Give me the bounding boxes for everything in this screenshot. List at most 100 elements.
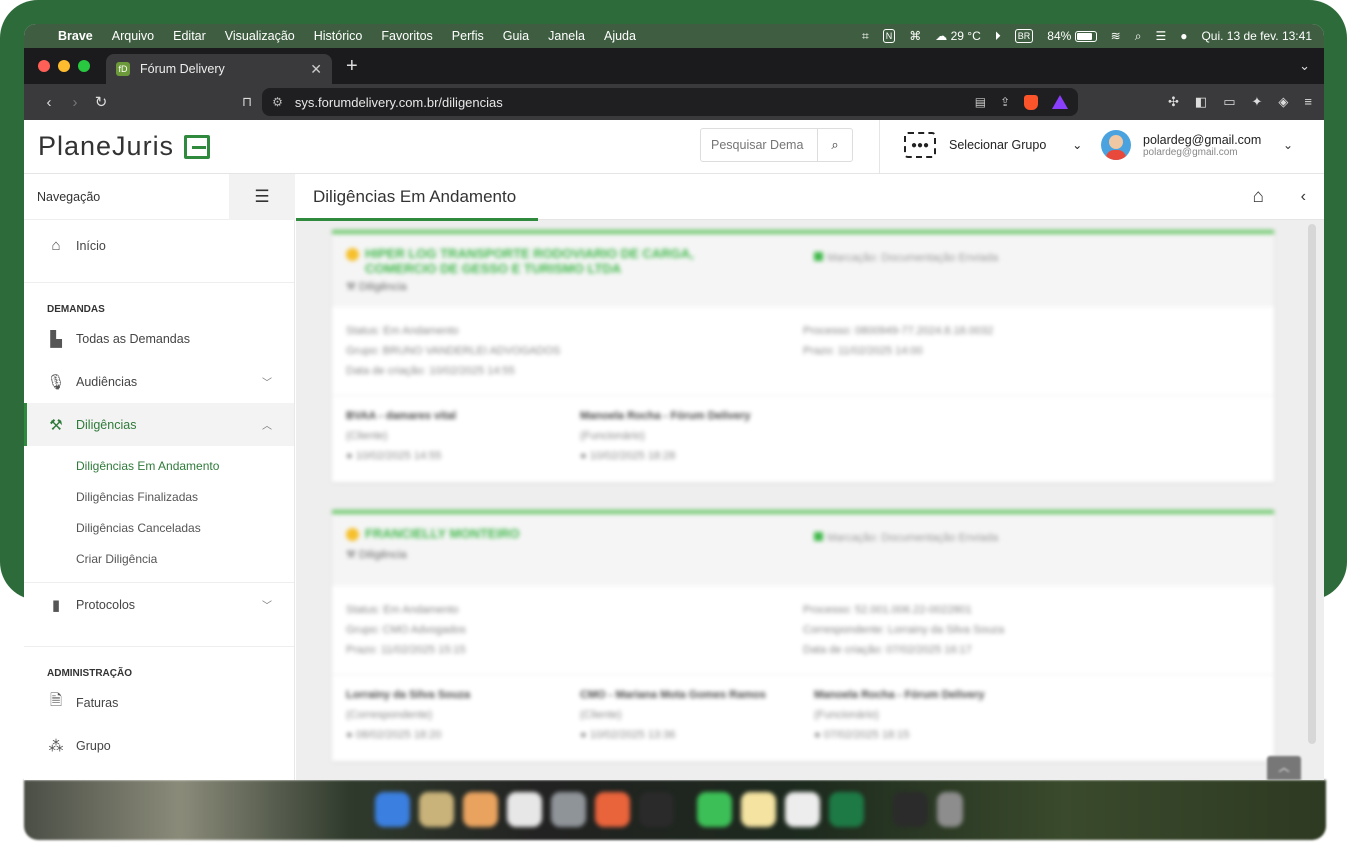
url-text[interactable]: sys.forumdelivery.com.br/diligencias	[295, 95, 503, 110]
sidebar-toggle-icon[interactable]: ◧	[1195, 94, 1207, 110]
card-created: Data de criação: 10/02/2025 14:55	[346, 365, 515, 377]
command-icon[interactable]: ⌘	[909, 29, 921, 43]
weather-temp: 29 °C	[950, 29, 981, 43]
card-marking: Marcação: Documentação Enviada	[814, 252, 998, 264]
play-icon[interactable]: ⏵	[995, 29, 1001, 44]
brave-shields-icon[interactable]	[1024, 94, 1039, 110]
menu-janela[interactable]: Janela	[548, 29, 585, 43]
dock-folder-icon[interactable]	[893, 791, 928, 827]
submenu-criar-diligencia[interactable]: Criar Diligência	[24, 543, 294, 574]
excel-icon[interactable]	[829, 791, 864, 827]
diligence-card[interactable]: FRANCIELLY MONTEIRO ⚒ Diligência Marcaçã…	[332, 510, 1274, 761]
card-correspondent: Correspondente: Lorrainy da Silva Souza	[803, 624, 1005, 636]
menu-brave[interactable]: Brave	[58, 29, 93, 43]
input-source[interactable]: BR	[1014, 29, 1034, 43]
site-settings-icon[interactable]: ⚙	[272, 95, 283, 109]
home-icon[interactable]: ⌂	[1253, 186, 1264, 208]
brave-app-icon[interactable]	[595, 791, 630, 827]
scroll-to-top-button[interactable]: ︿	[1267, 756, 1301, 780]
search-icon[interactable]: ⌕	[817, 129, 852, 161]
settings-icon[interactable]	[551, 791, 586, 827]
address-bar[interactable]: ⚙ sys.forumdelivery.com.br/diligencias ▤…	[262, 88, 1079, 116]
menu-visualizacao[interactable]: Visualização	[225, 29, 295, 43]
browser-toolbar: ‹ › ↻ ⊓ ⚙ sys.forumdelivery.com.br/dilig…	[24, 84, 1324, 120]
menu-guia[interactable]: Guia	[503, 29, 529, 43]
reload-button[interactable]: ↻	[88, 93, 114, 111]
forward-button[interactable]: ›	[62, 94, 88, 111]
figma-app-icon[interactable]	[639, 791, 674, 827]
submenu-diligencias-em-andamento[interactable]: Diligências Em Andamento	[24, 450, 294, 481]
search-box: ⌕	[700, 128, 853, 162]
sidebar-item-diligencias[interactable]: ⚒ Diligências ︿	[24, 403, 294, 446]
menu-perfis[interactable]: Perfis	[452, 29, 484, 43]
browser-tabbar: fD Fórum Delivery ✕ + ⌄	[24, 48, 1324, 84]
notion-app-icon[interactable]	[785, 791, 820, 827]
weather-cloud-icon[interactable]: ☁ 29 °C	[935, 29, 981, 43]
card-group: Grupo: BRUNO VANDERLEI ADVOGADOS	[346, 345, 561, 357]
menu-ajuda[interactable]: Ajuda	[604, 29, 636, 43]
control-center-icon[interactable]: ☰	[1155, 29, 1166, 43]
share-icon[interactable]: ⇪	[1000, 95, 1010, 109]
site-favicon: fD	[116, 62, 130, 76]
vpn-icon[interactable]: ◈	[1278, 94, 1288, 110]
menubar-clock[interactable]: Qui. 13 de fev. 13:41	[1201, 29, 1312, 43]
hamburger-menu-button[interactable]: ☰	[229, 174, 295, 220]
sidebar-item-label: Todas as Demandas	[76, 331, 190, 346]
reader-mode-icon[interactable]: ▤	[975, 95, 986, 109]
trash-icon[interactable]	[937, 791, 963, 827]
battery-status[interactable]: 84%	[1047, 29, 1097, 43]
window-controls	[38, 60, 90, 72]
browser-tab[interactable]: fD Fórum Delivery ✕	[106, 54, 332, 84]
user-menu[interactable]: polardeg@gmail.com polardeg@gmail.com ⌄	[1101, 130, 1293, 160]
back-chevron-icon[interactable]: ‹	[1301, 188, 1306, 206]
wifi-icon[interactable]: ≋	[1111, 29, 1121, 43]
submenu-diligencias-finalizadas[interactable]: Diligências Finalizadas	[24, 481, 294, 512]
photos-icon[interactable]	[463, 791, 498, 827]
menu-editar[interactable]: Editar	[173, 29, 206, 43]
leo-ai-icon[interactable]: ✦	[1252, 94, 1263, 110]
notes-icon[interactable]	[741, 791, 776, 827]
finder-icon[interactable]	[375, 791, 410, 827]
section-heading-demandas: DEMANDAS	[47, 304, 105, 315]
chevron-down-icon: ﹀	[262, 601, 272, 612]
tab-close-icon[interactable]: ✕	[310, 61, 322, 78]
menu-historico[interactable]: Histórico	[314, 29, 363, 43]
launchpad-icon[interactable]	[419, 791, 454, 827]
siri-icon[interactable]: ●	[1180, 29, 1187, 43]
status-dot-icon	[346, 528, 359, 542]
sidebar-item-protocolos[interactable]: ▮ Protocolos ﹀	[24, 583, 294, 626]
spotlight-search-icon[interactable]: ⌕	[1135, 29, 1142, 44]
back-button[interactable]: ‹	[36, 94, 62, 111]
close-window-button[interactable]	[38, 60, 50, 72]
sidebar-item-grupo[interactable]: ⁂ Grupo	[24, 724, 294, 767]
zoom-window-button[interactable]	[78, 60, 90, 72]
menu-icon[interactable]: ≡	[1304, 94, 1312, 110]
submenu-diligencias-canceladas[interactable]: Diligências Canceladas	[24, 512, 294, 543]
planejuris-logo[interactable]: PlaneJuris	[38, 131, 211, 162]
bookmark-icon[interactable]: ⊓	[242, 94, 252, 110]
card-client-name: FRANCIELLY MONTEIRO	[365, 526, 520, 541]
sidebar-item-faturas[interactable]: 🗎 Faturas	[24, 681, 294, 724]
new-tab-button[interactable]: +	[346, 55, 358, 78]
whatsapp-icon[interactable]	[697, 791, 732, 827]
extensions-icon[interactable]: ✣	[1168, 94, 1179, 110]
wallet-icon[interactable]: ▭	[1223, 94, 1235, 110]
sidebar-item-label: Protocolos	[76, 597, 136, 612]
main-content: Diligências Em Andamento ⌂ ‹ HIPER LOG T…	[296, 174, 1324, 780]
diligence-card[interactable]: HIPER LOG TRANSPORTE RODOVIARIO DE CARGA…	[332, 230, 1274, 482]
tab-list-chevron-icon[interactable]: ⌄	[1299, 58, 1310, 74]
user-email-secondary: polardeg@gmail.com	[1143, 146, 1238, 158]
figma-icon[interactable]: ⌗	[862, 29, 869, 44]
reminders-icon[interactable]	[507, 791, 542, 827]
content-scrollbar[interactable]	[1308, 224, 1316, 744]
menu-arquivo[interactable]: Arquivo	[112, 29, 154, 43]
brave-rewards-icon[interactable]	[1052, 95, 1069, 109]
sidebar-item-todas-demandas[interactable]: ▙ Todas as Demandas	[24, 317, 294, 360]
sidebar-item-inicio[interactable]: ⌂ Início	[24, 224, 294, 267]
search-input[interactable]	[701, 129, 817, 161]
menu-favoritos[interactable]: Favoritos	[381, 29, 432, 43]
group-selector[interactable]: ●●● Selecionar Grupo ⌄	[904, 132, 1082, 158]
notion-icon[interactable]: N	[882, 29, 896, 43]
sidebar-item-audiencias[interactable]: 🎙︎ Audiências ﹀	[24, 360, 294, 403]
minimize-window-button[interactable]	[58, 60, 70, 72]
